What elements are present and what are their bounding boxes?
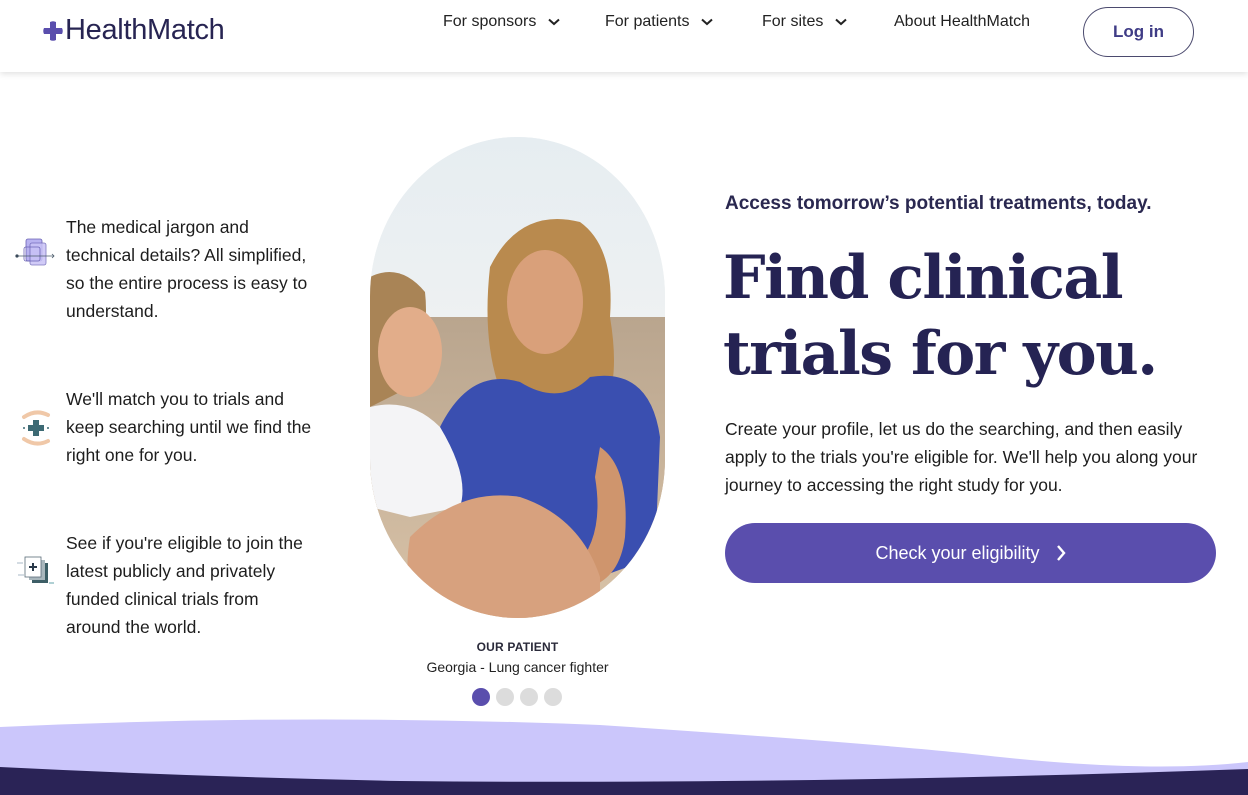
feature-item: We'll match you to trials and keep searc… xyxy=(14,385,324,469)
nav-label: About HealthMatch xyxy=(894,13,1031,30)
plus-logo-icon xyxy=(43,20,63,41)
testimonial-name: Georgia - Lung cancer fighter xyxy=(426,659,609,675)
carousel-dot-2[interactable] xyxy=(496,688,514,706)
hero-description: Create your profile, let us do the searc… xyxy=(725,419,1198,495)
feature-text: We'll match you to trials and keep searc… xyxy=(66,389,312,465)
nav-label: For sponsors xyxy=(443,13,537,30)
carousel-dot-3[interactable] xyxy=(520,688,538,706)
feature-item: The medical jargon and technical details… xyxy=(14,213,324,325)
feature-text: See if you're eligible to join the lates… xyxy=(66,533,303,637)
testimonial-label: OUR PATIENT xyxy=(476,640,559,654)
hero-tagline: Access tomorrow’s potential treatments, … xyxy=(725,193,1152,214)
check-eligibility-button[interactable]: Check your eligibility xyxy=(725,523,1216,583)
logo[interactable]: HealthMatch xyxy=(43,14,225,47)
stacked-cards-plus-icon xyxy=(17,556,54,584)
carousel-dot-1[interactable] xyxy=(472,688,490,706)
hero-headline: Find clinical trials for you. xyxy=(723,243,1158,389)
chevron-down-icon xyxy=(548,18,561,26)
layered-documents-icon xyxy=(15,238,55,266)
hands-medical-cross-icon xyxy=(22,410,50,446)
logo-text: HealthMatch xyxy=(65,14,225,46)
nav-for-sites[interactable]: For sites xyxy=(762,13,848,31)
site-header: HealthMatch For sponsors For patients Fo… xyxy=(0,0,1248,72)
nav-for-sponsors[interactable]: For sponsors xyxy=(443,13,561,31)
carousel-dot-4[interactable] xyxy=(544,688,562,706)
nav-about[interactable]: About HealthMatch xyxy=(894,13,1030,31)
login-button[interactable]: Log in xyxy=(1083,7,1194,57)
decorative-waves xyxy=(0,719,1248,795)
patient-photo xyxy=(370,137,665,618)
chevron-down-icon xyxy=(835,18,848,26)
feature-item: See if you're eligible to join the lates… xyxy=(14,529,324,641)
nav-for-patients[interactable]: For patients xyxy=(605,13,714,31)
patient-photo-illustration xyxy=(370,137,665,618)
chevron-down-icon xyxy=(701,18,714,26)
cta-label: Check your eligibility xyxy=(875,542,1040,563)
nav-label: For patients xyxy=(605,13,690,30)
nav-label: For sites xyxy=(762,13,824,30)
feature-text: The medical jargon and technical details… xyxy=(66,217,308,321)
carousel-dots xyxy=(472,688,568,706)
chevron-right-icon xyxy=(1056,545,1066,561)
